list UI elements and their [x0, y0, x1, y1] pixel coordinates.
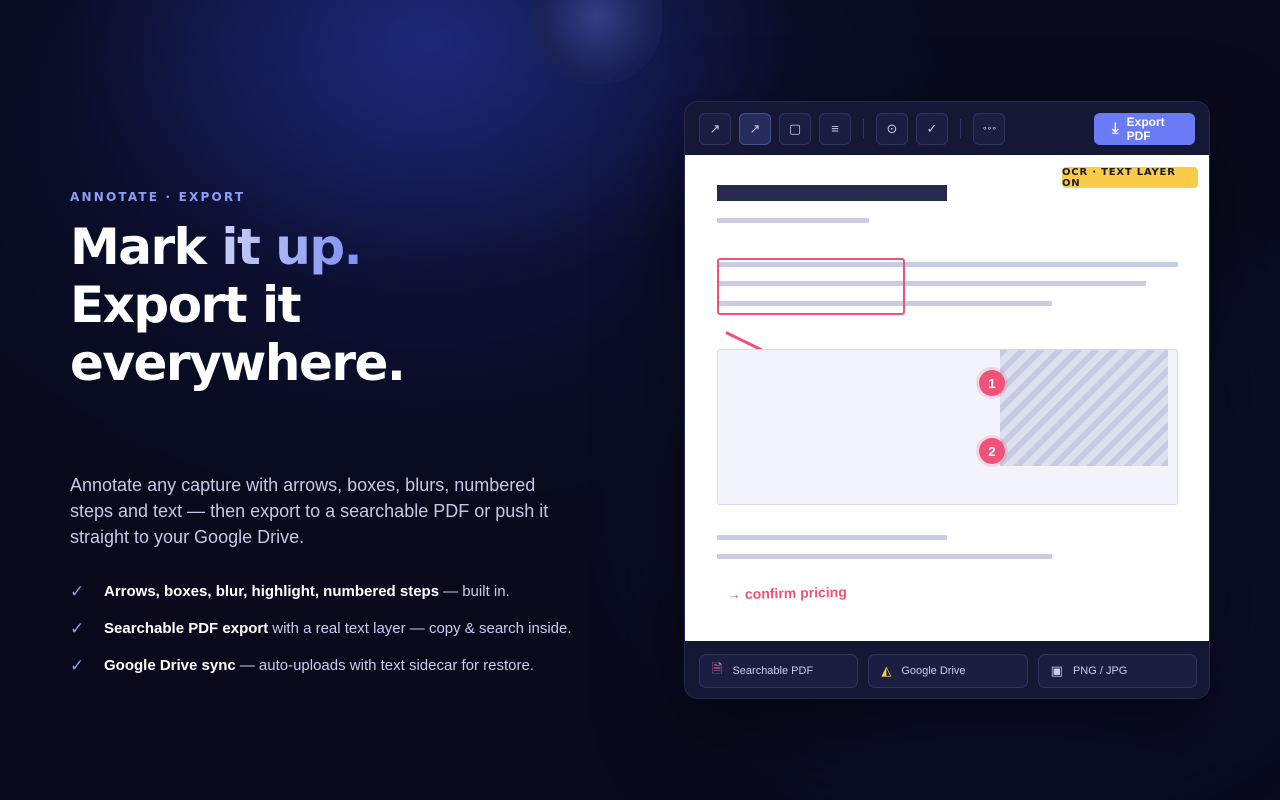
headline-line-2: Export it everywhere. [70, 276, 406, 392]
export-target-label: PNG / JPG [1072, 665, 1128, 677]
step-marker-1[interactable]: 1 [979, 370, 1005, 396]
headline-plain: Mark [70, 218, 222, 276]
box-annotation[interactable] [717, 258, 905, 315]
check-icon: ✓ [70, 655, 85, 675]
step-tool-button[interactable]: ⊙ [876, 112, 908, 145]
export-png-jpg[interactable]: ▣ PNG / JPG [1037, 654, 1197, 688]
text-lines-icon: ≡ [831, 121, 839, 136]
export-target-label: Google Drive [901, 665, 966, 677]
feature-item: ✓ Arrows, boxes, blur, highlight, numbere… [70, 580, 630, 603]
check-icon: ✓ [70, 581, 85, 601]
toolbar-divider [960, 118, 961, 139]
export-pdf-label: Export PDF [1126, 114, 1165, 143]
screenshot-panel: 1 2 [717, 349, 1178, 505]
ocr-status-badge: OCR · TEXT LAYER ON [1062, 167, 1198, 189]
export-searchable-pdf[interactable]: 🗎 Searchable PDF [699, 654, 859, 688]
more-tools-button[interactable]: ∘∘∘ [973, 112, 1005, 145]
step-marker-2[interactable]: 2 [979, 438, 1005, 464]
text-tool-button[interactable]: ≡ [819, 112, 851, 145]
blur-annotation[interactable] [1000, 350, 1168, 466]
feature-title: Searchable PDF export [104, 620, 269, 637]
annotation-toolbar: ↗ ↗ ▢ ≡ ⊙ ✓ ∘∘∘ ⤓ Export PDF [685, 102, 1209, 155]
check-icon: ✓ [70, 618, 85, 638]
feature-list: ✓ Arrows, boxes, blur, highlight, numbere… [70, 580, 630, 677]
doc-subtitle-placeholder [717, 218, 869, 223]
feature-desc: — auto-uploads with text sidecar for res… [239, 657, 535, 674]
file-icon: 🗎 [712, 661, 723, 676]
lead-paragraph: Annotate any capture with arrows, boxes,… [70, 475, 549, 547]
feature-desc: with a real text layer — copy & search i… [272, 620, 572, 637]
eyebrow-label: ANNOTATE · EXPORT [70, 190, 246, 204]
headline-accent: it up. [221, 218, 362, 276]
square-icon: ▢ [788, 120, 802, 136]
image-icon: ▣ [1050, 663, 1063, 678]
editor-window: ↗ ↗ ▢ ≡ ⊙ ✓ ∘∘∘ ⤓ Export PDF OCR · TEXT … [684, 101, 1210, 699]
export-google-drive[interactable]: ◭ Google Drive [868, 654, 1028, 688]
feature-item: ✓ Searchable PDF export with a real text l… [70, 617, 630, 640]
feature-desc: — built in. [443, 583, 510, 600]
feature-title: Google Drive sync [104, 657, 236, 674]
doc-line-placeholder [717, 535, 947, 540]
background-glow-shape [532, 0, 662, 84]
arrow-tool-button[interactable]: ↗ [739, 112, 771, 145]
toolbar-divider [863, 118, 864, 139]
export-pdf-button[interactable]: ⤓ Export PDF [1094, 112, 1195, 145]
export-targets: 🗎 Searchable PDF ◭ Google Drive ▣ PNG / JPG [685, 641, 1209, 698]
text-annotation[interactable]: → confirm pricing [727, 584, 847, 603]
box-tool-button[interactable]: ▢ [779, 112, 811, 145]
google-drive-icon: ◭ [881, 663, 892, 678]
doc-title-placeholder [717, 185, 947, 201]
doc-line-placeholder [717, 554, 1052, 559]
headline: Mark it up. Export it everywhere. [70, 218, 630, 392]
arrow-icon: ↗ [749, 120, 761, 136]
more-dots-icon: ∘∘∘ [982, 123, 997, 133]
check-tool-button[interactable]: ✓ [916, 112, 948, 145]
feature-item: ✓ Google Drive sync — auto-uploads with te… [70, 654, 630, 677]
export-target-label: Searchable PDF [732, 665, 814, 677]
download-icon: ⤓ [1112, 119, 1119, 137]
check-icon: ✓ [926, 120, 938, 136]
hero-section: ANNOTATE · EXPORT Mark it up. Export it … [70, 190, 630, 691]
target-circle-icon: ⊙ [886, 120, 898, 136]
trend-icon: ↗ [709, 120, 721, 136]
feature-title: Arrows, boxes, blur, highlight, numbered… [104, 583, 440, 600]
trend-tool-button[interactable]: ↗ [699, 112, 731, 145]
document-canvas[interactable]: OCR · TEXT LAYER ON 1 2 → confirm pricin… [685, 155, 1209, 641]
